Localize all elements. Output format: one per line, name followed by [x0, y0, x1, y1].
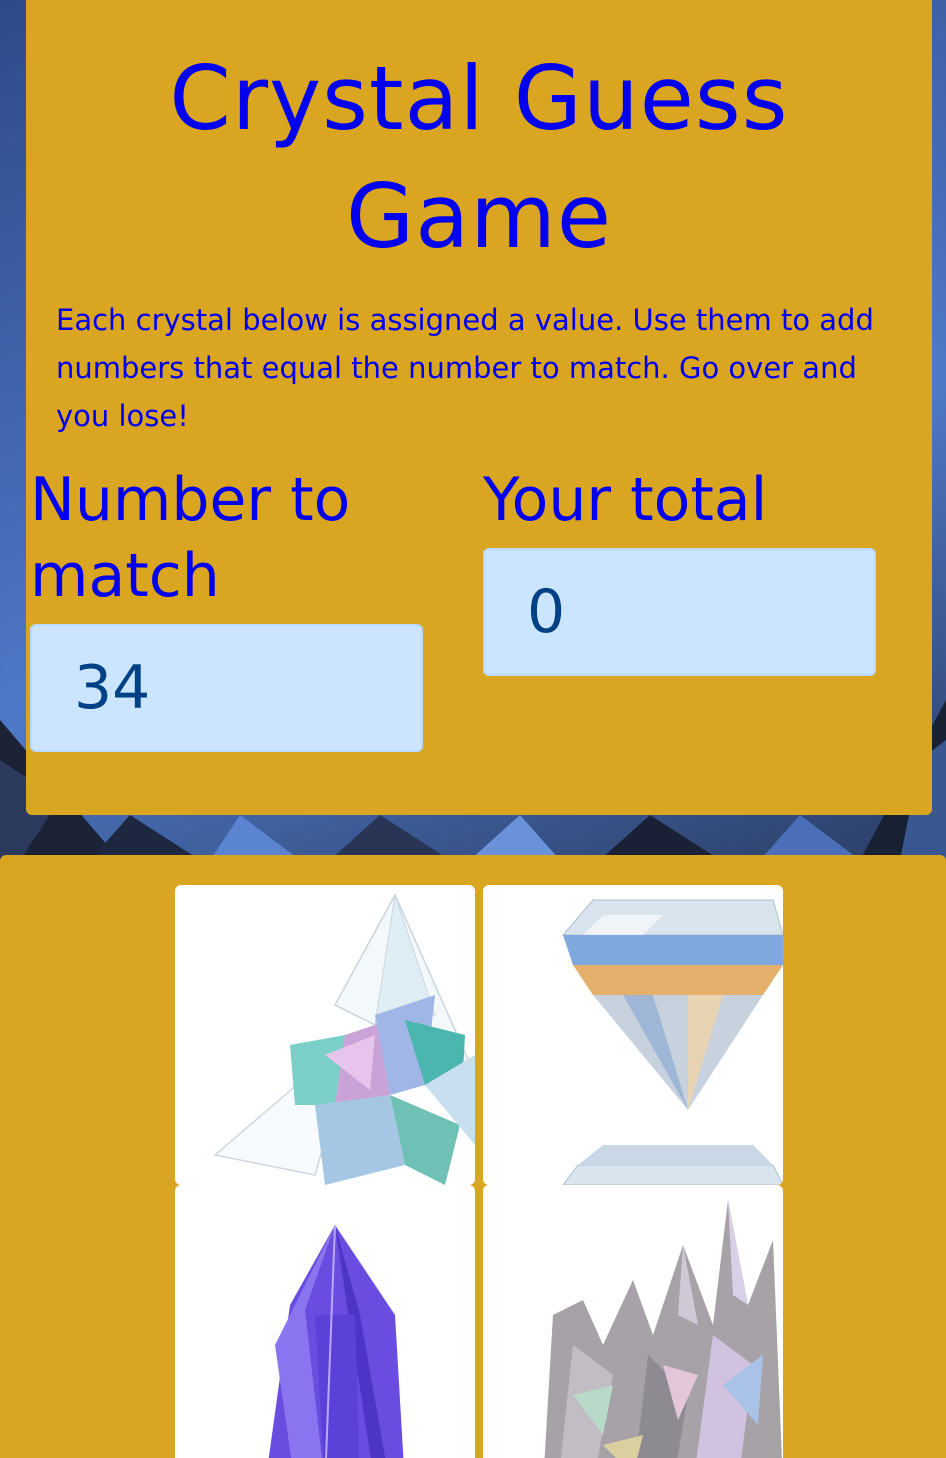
crystal-button-1[interactable] [175, 885, 475, 1185]
crystal-button-2[interactable] [483, 885, 783, 1185]
game-instructions: Each crystal below is assigned a value. … [56, 303, 874, 433]
user-total-section: Your total 0 [483, 462, 876, 676]
page-title: Crystal Guess Game [169, 47, 789, 268]
purple-crystal-icon [268, 1224, 404, 1458]
white-crystal-cluster-icon [213, 893, 475, 1185]
user-total-label: Your total [483, 465, 768, 535]
crystal-button-4[interactable] [483, 1185, 783, 1458]
target-number-display: 34 [30, 624, 423, 752]
user-total-display: 0 [483, 548, 876, 676]
target-number-section: Number to match 34 [30, 462, 423, 752]
crystal-area [0, 855, 946, 1458]
crystal-button-3[interactable] [175, 1185, 475, 1458]
target-number-label: Number to match [30, 465, 351, 611]
rainbow-crystal-cluster-icon [544, 1200, 782, 1458]
diamond-icon [561, 899, 783, 1185]
